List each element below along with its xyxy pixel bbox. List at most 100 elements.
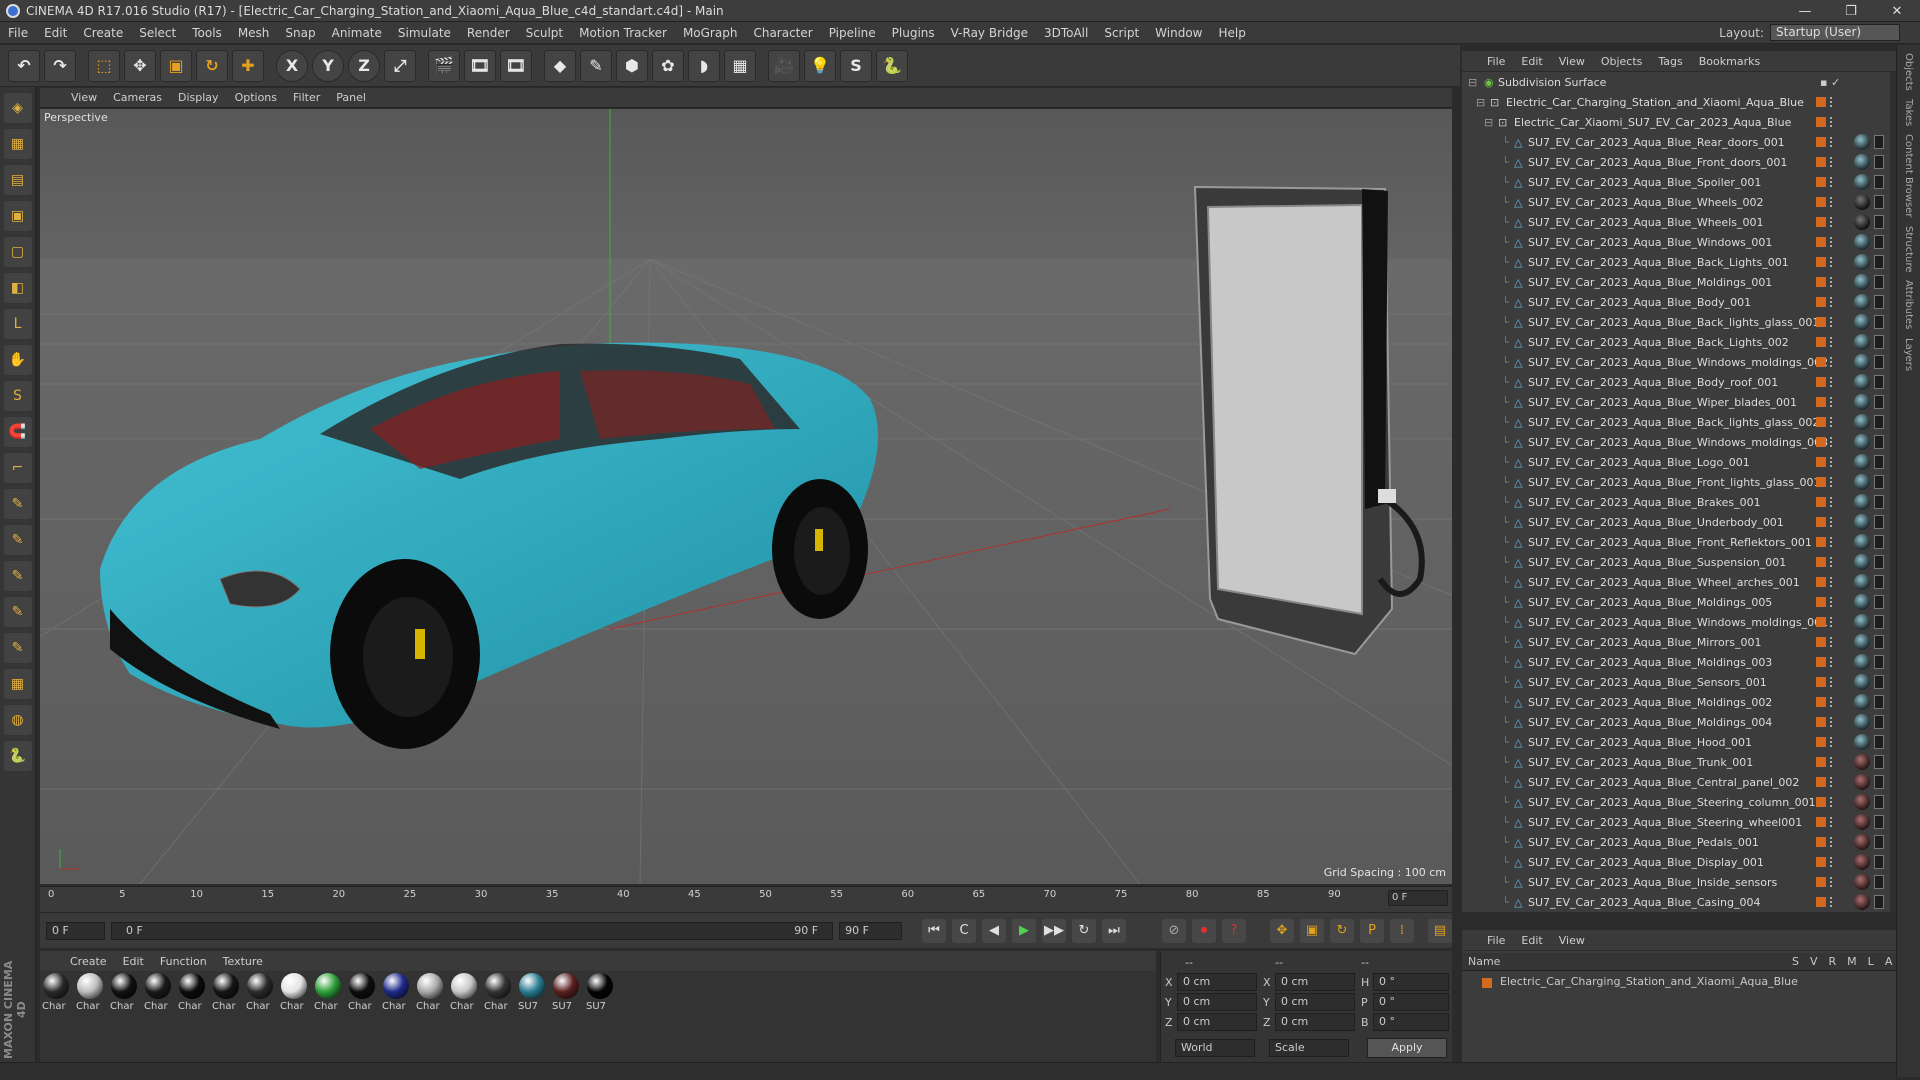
object-row[interactable]: └ △ SU7_EV_Car_2023_Aqua_Blue_Casing_004 [1462, 892, 1896, 912]
material-swatch[interactable]: SU7 [518, 973, 546, 1012]
maximize-button[interactable]: ❐ [1828, 0, 1874, 22]
playback-button-2[interactable]: ◀ [982, 918, 1006, 943]
material-tag-icon[interactable] [1854, 614, 1870, 630]
material-tag-icon[interactable] [1854, 874, 1870, 890]
left-tool-5-icon[interactable]: ◧ [3, 273, 32, 303]
left-tool-0-icon[interactable]: ◈ [3, 93, 32, 123]
menu-render[interactable]: Render [459, 26, 518, 40]
coord-rot-field[interactable]: 0 ° [1373, 993, 1449, 1011]
texture-tag-icon[interactable] [1874, 515, 1884, 529]
coord-rot-field[interactable]: 0 ° [1373, 973, 1449, 991]
visibility-dots-icon[interactable] [1830, 697, 1834, 707]
left-tool-16-icon[interactable]: ▦ [3, 669, 32, 699]
object-row[interactable]: └ △ SU7_EV_Car_2023_Aqua_Blue_Windows_001 [1462, 232, 1896, 252]
menu-script[interactable]: Script [1096, 26, 1147, 40]
material-tag-icon[interactable] [1854, 374, 1870, 390]
left-tool-4-icon[interactable]: ▢ [3, 237, 32, 267]
toolbar-tool-2-icon[interactable]: ⬚ [88, 49, 120, 82]
object-row[interactable]: └ △ SU7_EV_Car_2023_Aqua_Blue_Spoiler_001 [1462, 172, 1896, 192]
menu-create[interactable]: Create [75, 26, 131, 40]
texture-tag-icon[interactable] [1874, 315, 1884, 329]
material-swatch[interactable]: Char [348, 973, 376, 1012]
viewport-menu-view[interactable]: View [64, 91, 104, 104]
texture-tag-icon[interactable] [1874, 375, 1884, 389]
material-tag-icon[interactable] [1854, 214, 1870, 230]
object-row[interactable]: └ △ SU7_EV_Car_2023_Aqua_Blue_Body_001 [1462, 292, 1896, 312]
texture-tag-icon[interactable] [1874, 175, 1884, 189]
object-row[interactable]: └ △ SU7_EV_Car_2023_Aqua_Blue_Underbody_00… [1462, 512, 1896, 532]
material-swatch[interactable]: Char [416, 973, 444, 1012]
texture-tag-icon[interactable] [1874, 655, 1884, 669]
menu-mesh[interactable]: Mesh [230, 26, 278, 40]
toolbar-tool-20-icon[interactable]: 🎥 [768, 49, 800, 82]
visibility-dots-icon[interactable] [1830, 317, 1834, 327]
visibility-dots-icon[interactable] [1830, 157, 1834, 167]
playback-button-0[interactable]: ⏮ [922, 918, 946, 943]
visibility-dots-icon[interactable] [1830, 197, 1834, 207]
material-menu-create[interactable]: Create [64, 955, 113, 968]
visibility-dots-icon[interactable] [1830, 837, 1834, 847]
visibility-dots-icon[interactable] [1830, 297, 1834, 307]
playback-button-6[interactable]: ⏭ [1102, 918, 1126, 943]
menu-pipeline[interactable]: Pipeline [821, 26, 884, 40]
viewport-menu-filter[interactable]: Filter [286, 91, 327, 104]
texture-tag-icon[interactable] [1874, 535, 1884, 549]
toolbar-tool-3-icon[interactable]: ✥ [124, 49, 156, 82]
texture-tag-icon[interactable] [1874, 435, 1884, 449]
menu-help[interactable]: Help [1210, 26, 1253, 40]
texture-tag-icon[interactable] [1874, 555, 1884, 569]
key-move-icon[interactable]: ✥ [1270, 918, 1294, 943]
menu-v-ray-bridge[interactable]: V-Ray Bridge [943, 26, 1036, 40]
material-tag-icon[interactable] [1854, 494, 1870, 510]
layers-menu-view[interactable]: View [1552, 934, 1592, 947]
object-row[interactable]: └ △ SU7_EV_Car_2023_Aqua_Blue_Body_roof_00… [1462, 372, 1896, 392]
material-tag-icon[interactable] [1854, 774, 1870, 790]
visibility-dots-icon[interactable] [1830, 617, 1834, 627]
record-icon[interactable]: ⏺ [1192, 918, 1216, 943]
visibility-dots-icon[interactable] [1830, 597, 1834, 607]
object-row[interactable]: └ △ SU7_EV_Car_2023_Aqua_Blue_Wheels_001 [1462, 212, 1896, 232]
object-row[interactable]: └ △ SU7_EV_Car_2023_Aqua_Blue_Wiper_blades… [1462, 392, 1896, 412]
visibility-dots-icon[interactable] [1830, 797, 1834, 807]
visibility-dots-icon[interactable] [1830, 737, 1834, 747]
texture-tag-icon[interactable] [1874, 755, 1884, 769]
texture-tag-icon[interactable] [1874, 895, 1884, 909]
toolbar-tool-14-icon[interactable]: ◆ [544, 49, 576, 82]
material-swatch[interactable]: Char [246, 973, 274, 1012]
object-row-level1[interactable]: ⊟ ⊡ Electric_Car_Charging_Station_and_Xi… [1462, 92, 1896, 112]
object-row[interactable]: └ △ SU7_EV_Car_2023_Aqua_Blue_Moldings_001 [1462, 272, 1896, 292]
object-row[interactable]: └ △ SU7_EV_Car_2023_Aqua_Blue_Inside_senso… [1462, 872, 1896, 892]
material-tag-icon[interactable] [1854, 594, 1870, 610]
material-tag-icon[interactable] [1854, 394, 1870, 410]
material-swatch[interactable]: Char [450, 973, 478, 1012]
objects-menu-objects[interactable]: Objects [1594, 55, 1650, 68]
left-tool-11-icon[interactable]: ✎ [3, 489, 32, 519]
material-tag-icon[interactable] [1854, 834, 1870, 850]
left-tool-6-icon[interactable]: L [3, 309, 32, 339]
toolbar-tool-9-icon[interactable]: Z [348, 49, 380, 82]
visibility-dots-icon[interactable] [1830, 417, 1834, 427]
timeline-current-frame[interactable]: 0 F [1388, 890, 1448, 906]
key-pla-icon[interactable]: ⁞ [1390, 918, 1414, 943]
menu-3dtoall[interactable]: 3DToAll [1036, 26, 1096, 40]
menu-file[interactable]: File [0, 26, 36, 40]
layers-menu-edit[interactable]: Edit [1514, 934, 1549, 947]
layer-row[interactable]: Electric_Car_Charging_Station_and_Xiaomi… [1462, 973, 1896, 991]
material-tag-icon[interactable] [1854, 194, 1870, 210]
right-tab-structure[interactable]: Structure [1903, 226, 1914, 273]
menu-character[interactable]: Character [745, 26, 820, 40]
timeline-ruler[interactable]: 0 5 10 15 20 25 30 35 40 45 50 55 60 65 70 75 80 85 90 0 F [40, 886, 1452, 912]
menu-window[interactable]: Window [1147, 26, 1210, 40]
texture-tag-icon[interactable] [1874, 595, 1884, 609]
object-row[interactable]: └ △ SU7_EV_Car_2023_Aqua_Blue_Rear_doors_0… [1462, 132, 1896, 152]
left-tool-2-icon[interactable]: ▤ [3, 165, 32, 195]
object-row[interactable]: └ △ SU7_EV_Car_2023_Aqua_Blue_Back_Lights_… [1462, 332, 1896, 352]
texture-tag-icon[interactable] [1874, 455, 1884, 469]
frame-range-slider[interactable]: 0 F 90 F [111, 921, 834, 940]
coord-size-field[interactable]: 0 cm [1275, 1013, 1355, 1031]
menu-select[interactable]: Select [131, 26, 184, 40]
toolbar-tool-22-icon[interactable]: S [840, 49, 872, 82]
toolbar-tool-19-icon[interactable]: ▦ [724, 49, 756, 82]
material-tag-icon[interactable] [1854, 694, 1870, 710]
visibility-dots-icon[interactable] [1830, 857, 1834, 867]
